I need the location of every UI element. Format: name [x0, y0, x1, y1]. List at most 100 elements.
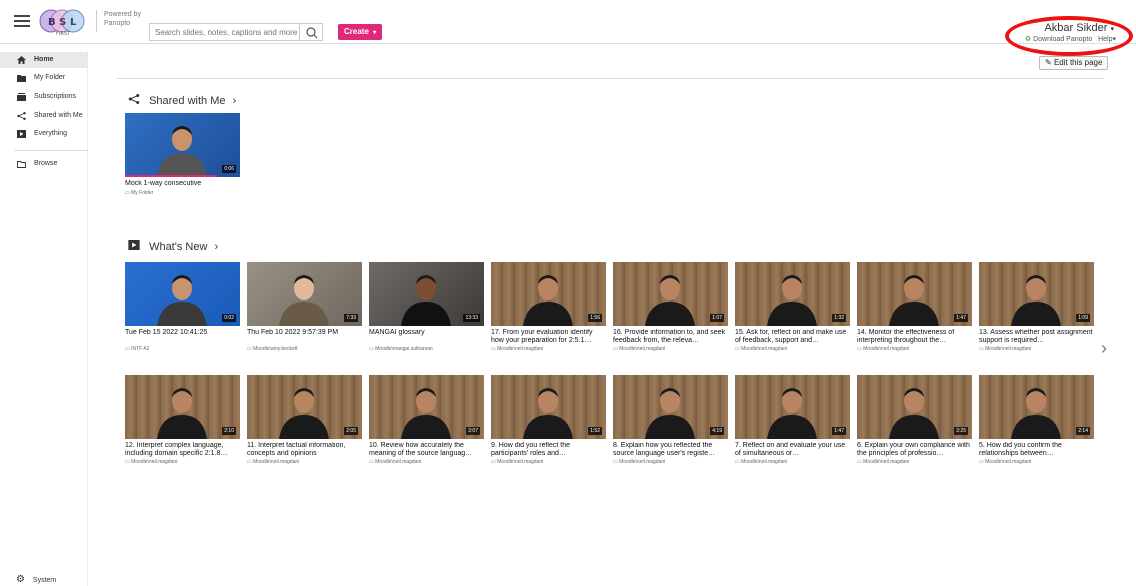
video-folder[interactable]: ▭ Moodle\neil.magdani: [369, 459, 484, 465]
video-thumbnail[interactable]: 2:25: [857, 375, 972, 439]
video-card[interactable]: 1:56 17. From your evaluation identify ho…: [491, 262, 606, 352]
video-title[interactable]: 17. From your evaluation identify how yo…: [491, 329, 606, 345]
video-card[interactable]: 1:47 14. Monitor the effectiveness of int…: [857, 262, 972, 352]
video-thumbnail[interactable]: 1:07: [613, 262, 728, 326]
video-card[interactable]: 1:52 9. How did you reflect the participa…: [491, 375, 606, 465]
video-thumbnail[interactable]: 1:56: [491, 262, 606, 326]
video-card[interactable]: 2:07 10. Review how accurately the meanin…: [369, 375, 484, 465]
video-title[interactable]: 15. Ask for, reflect on and make use of …: [735, 329, 850, 345]
video-title[interactable]: 10. Review how accurately the meaning of…: [369, 442, 484, 458]
video-title[interactable]: 11. Interpret factual information, conce…: [247, 442, 362, 458]
video-folder[interactable]: ▭ Moodle\neil.magdani: [491, 459, 606, 465]
folder-name: Moodle\mangai.sutharsan: [375, 346, 433, 352]
section-title-text: Shared with Me: [149, 95, 226, 107]
video-card[interactable]: 2:14 5. How did you confirm the relations…: [979, 375, 1094, 465]
video-folder[interactable]: ▭ Moodle\neil.magdani: [247, 459, 362, 465]
video-title[interactable]: 6. Explain your own compliance with the …: [857, 442, 972, 458]
sidebar-item-home[interactable]: Home: [0, 52, 88, 68]
sidebar-item-label: My Folder: [34, 74, 66, 81]
folder-name: Moodle\neil.magdani: [741, 459, 788, 465]
video-duration: 2:10: [222, 427, 236, 435]
create-button[interactable]: Create ▾: [338, 24, 383, 40]
panopto-line: Panopto: [104, 20, 131, 27]
video-card[interactable]: 7:33 Thu Feb 10 2022 9:57:39 PM ▭ Moodle\a…: [247, 262, 362, 352]
video-title[interactable]: 14. Monitor the effectiveness of interpr…: [857, 329, 972, 345]
video-thumbnail[interactable]: 2:14: [979, 375, 1094, 439]
main-divider: [116, 78, 1104, 79]
sidebar-item-shared-with-me[interactable]: Shared with Me: [0, 108, 88, 124]
folder-name: Moodle\neil.magdani: [375, 459, 422, 465]
folder-name: Moodle\neil.magdani: [741, 346, 788, 352]
sidebar-item-my-folder[interactable]: My Folder: [0, 70, 88, 86]
video-title[interactable]: Thu Feb 10 2022 9:57:39 PM: [247, 329, 362, 345]
whats-new-heading[interactable]: What's New ›: [128, 240, 218, 253]
sidebar-item-browse[interactable]: Browse: [0, 156, 88, 172]
video-folder[interactable]: ▭ Moodle\neil.magdani: [735, 346, 850, 352]
video-card[interactable]: 1:47 7. Reflect on and evaluate your use …: [735, 375, 850, 465]
video-title[interactable]: 7. Reflect on and evaluate your use of s…: [735, 442, 850, 458]
video-folder[interactable]: ▭ Moodle\neil.magdani: [613, 459, 728, 465]
video-card[interactable]: 1:32 15. Ask for, reflect on and make use…: [735, 262, 850, 352]
video-duration: 1:47: [832, 427, 846, 435]
video-thumbnail[interactable]: 4:19: [613, 375, 728, 439]
search-input[interactable]: [149, 23, 299, 41]
video-folder[interactable]: ▭ Moodle\neil.magdani: [125, 459, 240, 465]
video-title[interactable]: 16. Provide information to, and seek fee…: [613, 329, 728, 345]
video-card[interactable]: 4:19 8. Explain how you reflected the sou…: [613, 375, 728, 465]
video-title[interactable]: 5. How did you confirm the relationships…: [979, 442, 1094, 458]
video-card[interactable]: 2:05 11. Interpret factual information, c…: [247, 375, 362, 465]
video-title[interactable]: MANGAI glossary: [369, 329, 484, 345]
video-card[interactable]: 1:07 16. Provide information to, and seek…: [613, 262, 728, 352]
video-thumbnail[interactable]: 2:07: [369, 375, 484, 439]
video-thumbnail[interactable]: 1:47: [735, 375, 850, 439]
video-thumbnail[interactable]: 2:05: [247, 375, 362, 439]
video-thumbnail[interactable]: 2:10: [125, 375, 240, 439]
sidebar-item-everything[interactable]: Everything: [0, 126, 88, 142]
edit-page-button[interactable]: ✎ Edit this page: [1039, 56, 1109, 70]
video-card[interactable]: 2:25 6. Explain your own compliance with …: [857, 375, 972, 465]
shared-with-me-heading[interactable]: Shared with Me ›: [128, 94, 236, 107]
highlight-ring: [1005, 16, 1133, 56]
video-folder[interactable]: ▭ INTF A2: [125, 346, 240, 352]
video-thumbnail[interactable]: 1:47: [857, 262, 972, 326]
video-thumbnail[interactable]: 13:33: [369, 262, 484, 326]
video-folder[interactable]: ▭ Moodle\neil.magdani: [735, 459, 850, 465]
folder-name: Moodle\neil.magdani: [863, 346, 910, 352]
bsl-first-logo[interactable]: B S L FIRST: [37, 8, 87, 36]
video-folder[interactable]: ▭ My Folder: [125, 190, 240, 196]
sidebar-item-subscriptions[interactable]: Subscriptions: [0, 89, 88, 105]
video-folder[interactable]: ▭ Moodle\neil.magdani: [979, 346, 1094, 352]
video-folder[interactable]: ▭ Moodle\amy.beckett: [247, 346, 362, 352]
video-folder[interactable]: ▭ Moodle\neil.magdani: [491, 346, 606, 352]
hamburger-menu-icon[interactable]: [14, 15, 30, 27]
video-folder[interactable]: ▭ Moodle\mangai.sutharsan: [369, 346, 484, 352]
video-folder[interactable]: ▭ Moodle\neil.magdani: [857, 459, 972, 465]
video-folder[interactable]: ▭ Moodle\neil.magdani: [613, 346, 728, 352]
folder-icon: [17, 75, 26, 82]
video-card[interactable]: 13:33 MANGAI glossary ▭ Moodle\mangai.suth…: [369, 262, 484, 352]
video-thumbnail[interactable]: 7:33: [247, 262, 362, 326]
video-card[interactable]: 1:09 13. Assess whether post assignment s…: [979, 262, 1094, 352]
video-thumbnail[interactable]: 0:06: [125, 113, 240, 177]
video-title[interactable]: 12. Interpret complex language, includin…: [125, 442, 240, 458]
carousel-next-button[interactable]: ›: [1101, 338, 1107, 359]
video-thumbnail[interactable]: 0:02: [125, 262, 240, 326]
video-folder[interactable]: ▭ Moodle\neil.magdani: [979, 459, 1094, 465]
search-button[interactable]: [299, 23, 323, 41]
video-card[interactable]: 0:02 Tue Feb 15 2022 10:41:25 ▭ INTF A2: [125, 262, 240, 352]
video-thumbnail[interactable]: 1:32: [735, 262, 850, 326]
sidebar-item-system[interactable]: ⚙ System: [16, 574, 56, 585]
video-title[interactable]: Tue Feb 15 2022 10:41:25: [125, 329, 240, 345]
folder-name: My Folder: [131, 190, 154, 196]
video-thumbnail[interactable]: 1:09: [979, 262, 1094, 326]
video-thumbnail[interactable]: 1:52: [491, 375, 606, 439]
sidebar-item-label: Browse: [34, 160, 58, 167]
video-title[interactable]: 13. Assess whether post assignment suppo…: [979, 329, 1094, 345]
video-title[interactable]: 8. Explain how you reflected the source …: [613, 442, 728, 458]
video-card[interactable]: 0:06 Mock 1-way consecutive ▭ My Folder: [125, 113, 240, 196]
folder-name: Moodle\neil.magdani: [131, 459, 178, 465]
video-card[interactable]: 2:10 12. Interpret complex language, incl…: [125, 375, 240, 465]
video-title[interactable]: 9. How did you reflect the participants'…: [491, 442, 606, 458]
video-folder[interactable]: ▭ Moodle\neil.magdani: [857, 346, 972, 352]
video-title[interactable]: Mock 1-way consecutive: [125, 180, 240, 189]
